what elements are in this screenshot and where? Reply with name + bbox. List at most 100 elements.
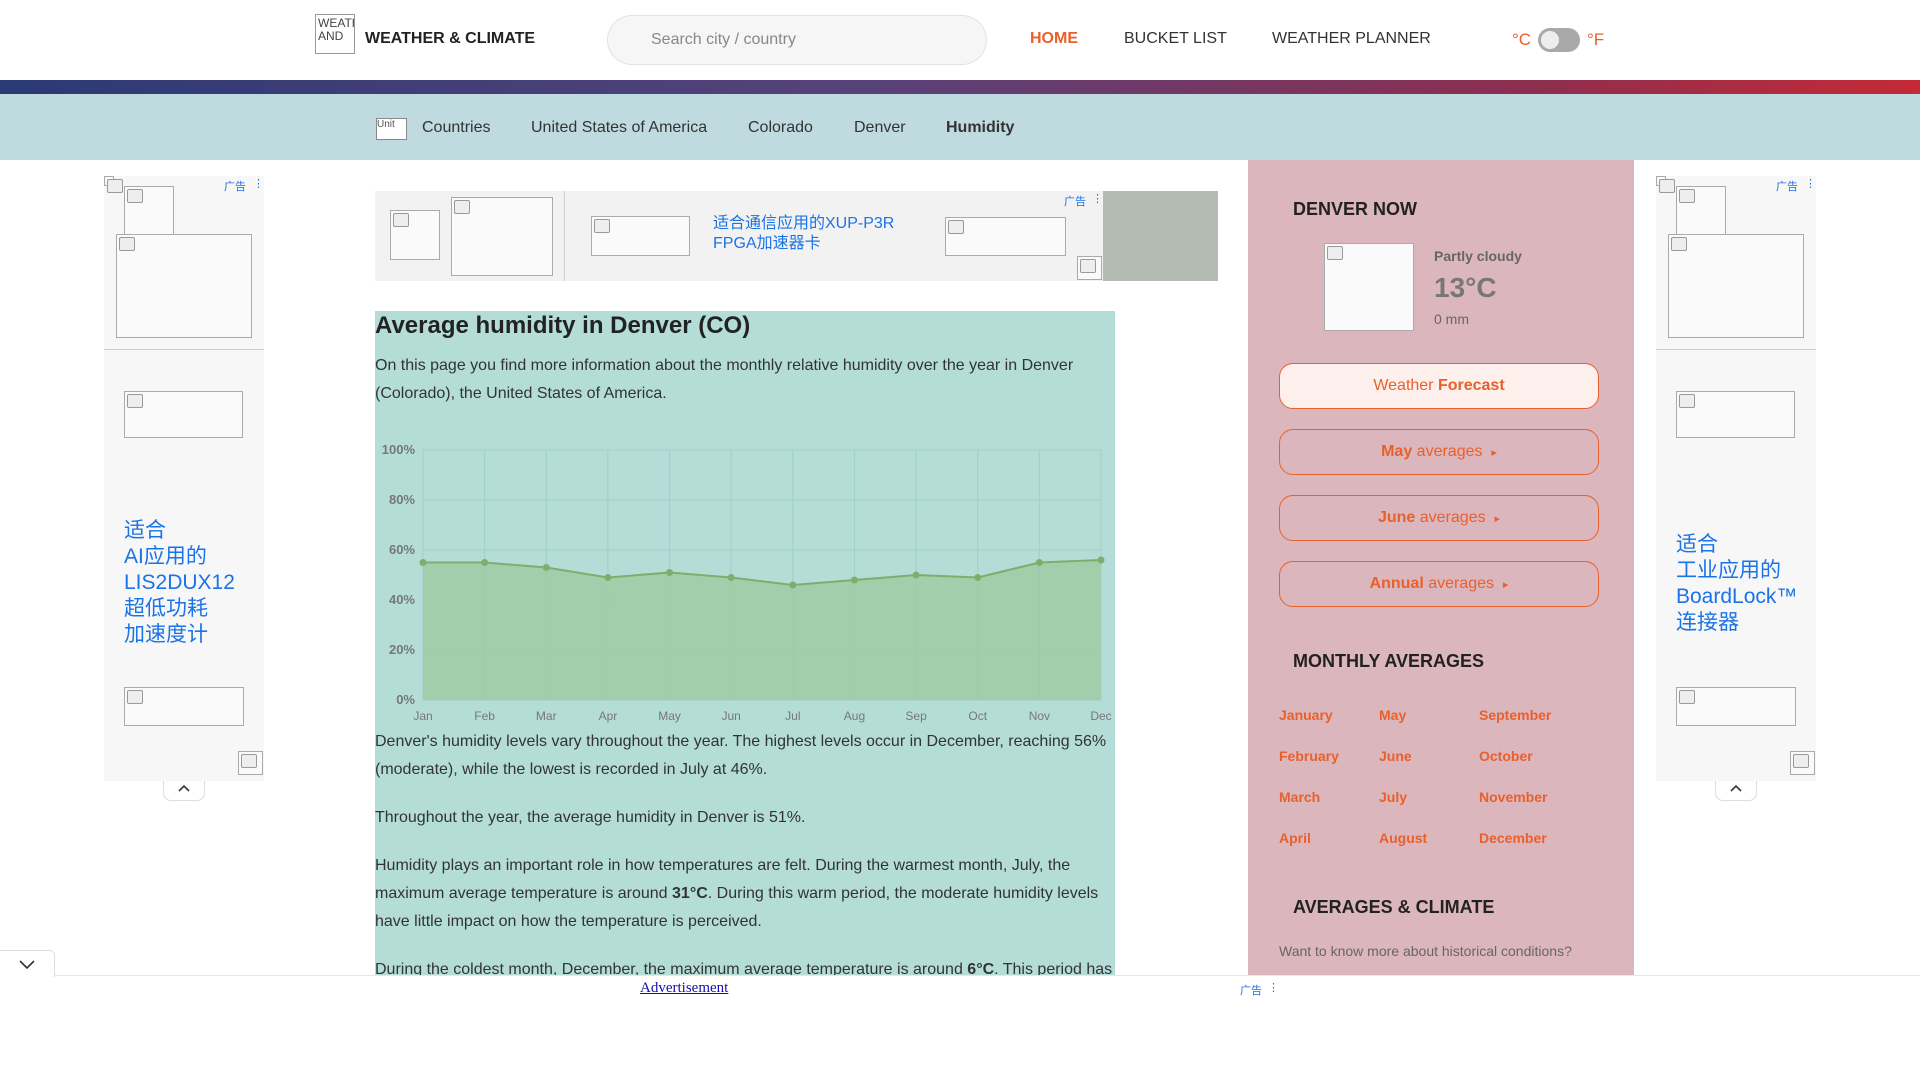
ad-image[interactable] bbox=[1668, 234, 1804, 338]
unit-fahrenheit-label[interactable]: °F bbox=[1587, 30, 1604, 50]
bottom-ad-link[interactable]: Advertisement bbox=[640, 980, 728, 997]
ad-info-icon bbox=[104, 176, 123, 193]
month-link-july[interactable]: July bbox=[1379, 789, 1407, 805]
collapse-ad-button[interactable] bbox=[163, 781, 205, 801]
ad-text-line[interactable]: 超低功耗 bbox=[124, 596, 235, 622]
ad-divider bbox=[104, 349, 264, 350]
ad-label[interactable]: 广告 bbox=[224, 178, 246, 194]
ad-image[interactable] bbox=[124, 186, 174, 235]
data-point bbox=[912, 571, 920, 579]
x-tick-label: Jul bbox=[785, 709, 800, 723]
site-logo[interactable]: WEATHER AND bbox=[315, 14, 355, 54]
paragraph-humidity-range: Denver's humidity levels vary throughout… bbox=[375, 733, 1107, 778]
x-tick-label: Dec bbox=[1090, 709, 1111, 723]
ad-menu-icon[interactable]: ⋮ bbox=[1092, 192, 1103, 205]
june-averages-button[interactable]: June averages ▸ bbox=[1279, 495, 1599, 541]
flag-icon: Unit bbox=[376, 118, 407, 140]
ad-label[interactable]: 广告 bbox=[1240, 982, 1262, 998]
chevron-up-icon bbox=[1730, 784, 1742, 792]
weather-icon bbox=[1324, 243, 1414, 331]
nav-bucket-list[interactable]: BUCKET LIST bbox=[1124, 30, 1227, 48]
gradient-bar bbox=[0, 80, 1920, 94]
data-point bbox=[789, 581, 797, 589]
ad-image[interactable] bbox=[1676, 186, 1726, 235]
ad-menu-icon[interactable]: ⋮ bbox=[1268, 981, 1279, 994]
ad-text[interactable]: 适合 工业应用的 BoardLock™ 连接器 bbox=[1676, 532, 1797, 636]
ad-menu-icon[interactable]: ⋮ bbox=[1805, 177, 1816, 190]
month-link-october[interactable]: October bbox=[1479, 748, 1533, 764]
site-title[interactable]: WEATHER & CLIMATE bbox=[365, 30, 535, 48]
month-link-february[interactable]: February bbox=[1279, 748, 1339, 764]
nav-weather-planner[interactable]: WEATHER PLANNER bbox=[1272, 30, 1431, 48]
unit-toggle[interactable] bbox=[1538, 28, 1580, 52]
ad-label[interactable]: 广告 bbox=[1776, 178, 1798, 194]
month-link-january[interactable]: January bbox=[1279, 707, 1333, 723]
ad-text-line[interactable]: AI应用的 bbox=[124, 544, 235, 570]
ad-text-line[interactable]: LIS2DUX12 bbox=[124, 570, 235, 596]
ad-text[interactable]: 适合通信应用的XUP-P3R FPGA加速器卡 bbox=[713, 214, 903, 254]
ad-menu-icon[interactable]: ⋮ bbox=[253, 177, 264, 190]
month-link-may[interactable]: May bbox=[1379, 707, 1406, 723]
unit-celsius-label[interactable]: °C bbox=[1512, 30, 1531, 50]
x-tick-label: Oct bbox=[968, 709, 987, 723]
ad-image[interactable] bbox=[390, 210, 440, 260]
ad-image-panel[interactable] bbox=[1103, 191, 1218, 281]
nav-home[interactable]: HOME bbox=[1030, 30, 1078, 48]
ad-image[interactable] bbox=[1676, 687, 1796, 726]
x-tick-label: Nov bbox=[1029, 709, 1050, 723]
ad-text-line[interactable]: 连接器 bbox=[1676, 610, 1797, 636]
ad-image[interactable] bbox=[1790, 751, 1815, 775]
collapse-bottom-ad-button[interactable] bbox=[0, 950, 55, 977]
breadcrumb-state[interactable]: Colorado bbox=[748, 119, 813, 137]
chevron-up-icon bbox=[178, 784, 190, 792]
month-link-march[interactable]: March bbox=[1279, 789, 1320, 805]
ad-image[interactable] bbox=[1676, 391, 1795, 438]
data-point bbox=[850, 576, 858, 584]
month-link-december[interactable]: December bbox=[1479, 830, 1547, 846]
breadcrumb-current: Humidity bbox=[946, 119, 1015, 136]
month-link-april[interactable]: April bbox=[1279, 830, 1311, 846]
y-tick-label: 20% bbox=[389, 642, 415, 657]
ad-image[interactable] bbox=[945, 217, 1066, 256]
month-link-september[interactable]: September bbox=[1479, 707, 1551, 723]
text: averages bbox=[1423, 575, 1495, 592]
text: June bbox=[1377, 509, 1416, 526]
ad-text-line[interactable]: 适合 bbox=[124, 518, 235, 544]
month-link-june[interactable]: June bbox=[1379, 748, 1412, 764]
ad-text-line[interactable]: BoardLock™ bbox=[1676, 584, 1797, 610]
ad-image[interactable] bbox=[116, 234, 252, 338]
text: averages bbox=[1415, 509, 1486, 526]
chevron-down-icon bbox=[19, 960, 35, 970]
current-temp: 13°C bbox=[1434, 272, 1497, 303]
x-tick-label: May bbox=[658, 709, 681, 723]
month-link-november[interactable]: November bbox=[1479, 789, 1547, 805]
ad-image[interactable] bbox=[124, 391, 243, 438]
arrow-right-icon: ▸ bbox=[1502, 579, 1509, 591]
ad-label[interactable]: 广告 bbox=[1064, 193, 1086, 209]
ad-image[interactable] bbox=[591, 216, 690, 256]
ad-image[interactable] bbox=[1077, 256, 1102, 280]
ad-image[interactable] bbox=[451, 197, 553, 276]
bottom-ad-bar[interactable] bbox=[0, 975, 1920, 1080]
breadcrumb-city[interactable]: Denver bbox=[854, 119, 906, 137]
annual-averages-button[interactable]: Annual averages ▸ bbox=[1279, 561, 1599, 607]
collapse-ad-button[interactable] bbox=[1715, 781, 1757, 801]
breadcrumb-country[interactable]: United States of America bbox=[531, 119, 707, 137]
x-tick-label: Aug bbox=[844, 709, 865, 723]
y-tick-label: 40% bbox=[389, 592, 415, 607]
ad-text-line[interactable]: 适合 bbox=[1676, 532, 1797, 558]
text: Weather bbox=[1373, 377, 1438, 394]
x-tick-label: Apr bbox=[599, 709, 618, 723]
ad-image[interactable] bbox=[124, 687, 244, 726]
breadcrumb-countries[interactable]: Countries bbox=[422, 119, 490, 137]
y-tick-label: 80% bbox=[389, 492, 415, 507]
search-input[interactable] bbox=[607, 15, 987, 65]
weather-forecast-button[interactable]: Weather Forecast bbox=[1279, 363, 1599, 409]
ad-text-line[interactable]: 加速度计 bbox=[124, 622, 235, 648]
ad-text[interactable]: 适合 AI应用的 LIS2DUX12 超低功耗 加速度计 bbox=[124, 518, 235, 648]
month-link-august[interactable]: August bbox=[1379, 830, 1427, 846]
ad-text-line[interactable]: 工业应用的 bbox=[1676, 558, 1797, 584]
ad-image[interactable] bbox=[238, 751, 263, 775]
may-averages-button[interactable]: May averages ▸ bbox=[1279, 429, 1599, 475]
arrow-right-icon: ▸ bbox=[1494, 513, 1501, 525]
